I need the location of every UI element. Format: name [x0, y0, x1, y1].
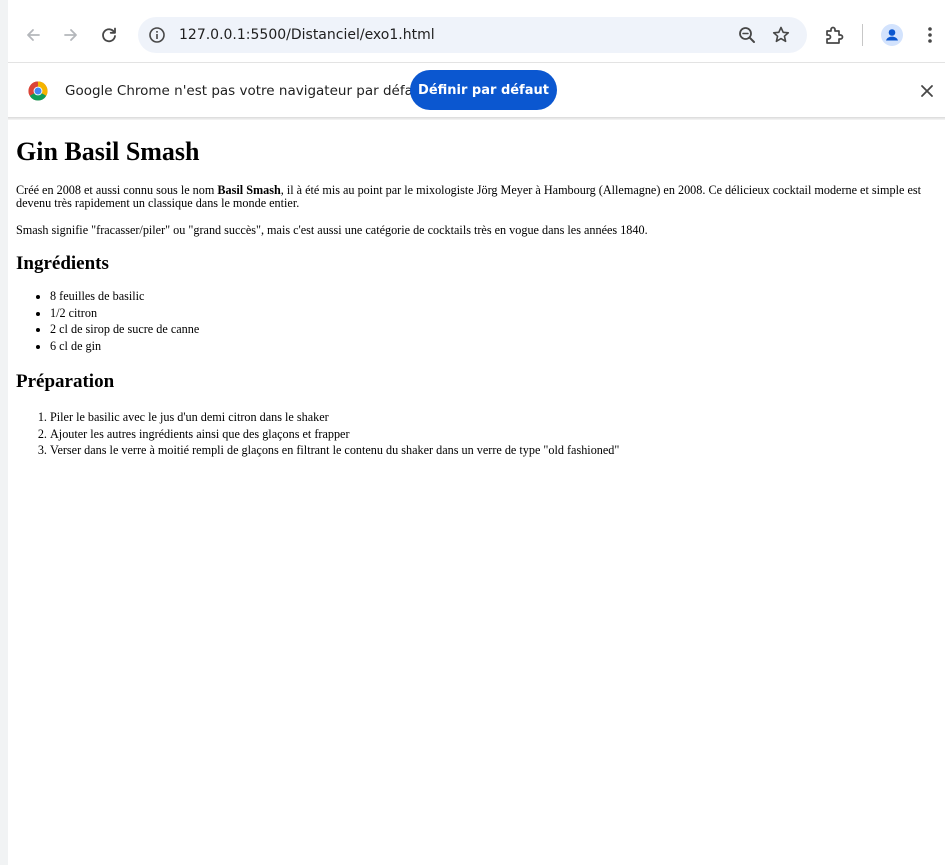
preparation-steps: Piler le basilic avec le jus d'un demi c…	[16, 409, 931, 459]
default-browser-infobar: Google Chrome n'est pas votre navigateur…	[8, 62, 945, 118]
infobar-message: Google Chrome n'est pas votre navigateur…	[65, 83, 427, 99]
ingredients-list: 8 feuilles de basilic 1/2 citron 2 cl de…	[16, 288, 931, 354]
list-item: 2 cl de sirop de sucre de canne	[50, 321, 931, 338]
puzzle-icon[interactable]	[822, 23, 846, 47]
back-button[interactable]	[20, 22, 46, 48]
close-icon[interactable]	[918, 82, 936, 100]
forward-button[interactable]	[58, 22, 84, 48]
window-left-edge	[0, 0, 8, 865]
info-icon[interactable]	[148, 26, 166, 44]
reload-button[interactable]	[96, 22, 122, 48]
set-default-button[interactable]: Définir par défaut	[410, 70, 557, 110]
kebab-menu-icon[interactable]	[920, 23, 940, 47]
ingredients-heading: Ingrédients	[16, 253, 109, 274]
star-icon[interactable]	[771, 25, 791, 45]
list-item: Verser dans le verre à moitié rempli de …	[50, 442, 931, 459]
reload-icon	[102, 27, 116, 43]
page-title: Gin Basil Smash	[16, 137, 200, 166]
list-item: Ajouter les autres ingrédients ainsi que…	[50, 426, 931, 443]
intro-bold-name: Basil Smash	[217, 183, 281, 197]
page-body: Gin Basil Smash Créé en 2008 et aussi co…	[16, 120, 931, 459]
zoom-icon[interactable]	[737, 25, 757, 45]
toolbar-separator	[862, 24, 863, 46]
arrow-right-icon	[64, 29, 77, 41]
browser-window: 127.0.0.1:5500/Distanciel/exo1.html Goog…	[8, 0, 945, 865]
page-content: Gin Basil Smash Créé en 2008 et aussi co…	[8, 120, 945, 865]
list-item: 8 feuilles de basilic	[50, 288, 931, 305]
smash-paragraph: Smash signifie "fracasser/piler" ou "gra…	[16, 223, 648, 237]
intro-text-before: Créé en 2008 et aussi connu sous le nom	[16, 183, 218, 197]
arrow-left-icon	[27, 29, 40, 41]
preparation-heading: Préparation	[16, 371, 115, 392]
intro-paragraph: Créé en 2008 et aussi connu sous le nom …	[16, 184, 931, 210]
address-bar[interactable]: 127.0.0.1:5500/Distanciel/exo1.html	[138, 17, 807, 53]
list-item: 6 cl de gin	[50, 338, 931, 355]
avatar-icon[interactable]	[880, 23, 904, 47]
chrome-logo-icon	[28, 81, 48, 101]
url-text[interactable]: 127.0.0.1:5500/Distanciel/exo1.html	[179, 26, 435, 44]
browser-toolbar: 127.0.0.1:5500/Distanciel/exo1.html	[8, 8, 945, 62]
list-item: Piler le basilic avec le jus d'un demi c…	[50, 409, 931, 426]
list-item: 1/2 citron	[50, 305, 931, 322]
